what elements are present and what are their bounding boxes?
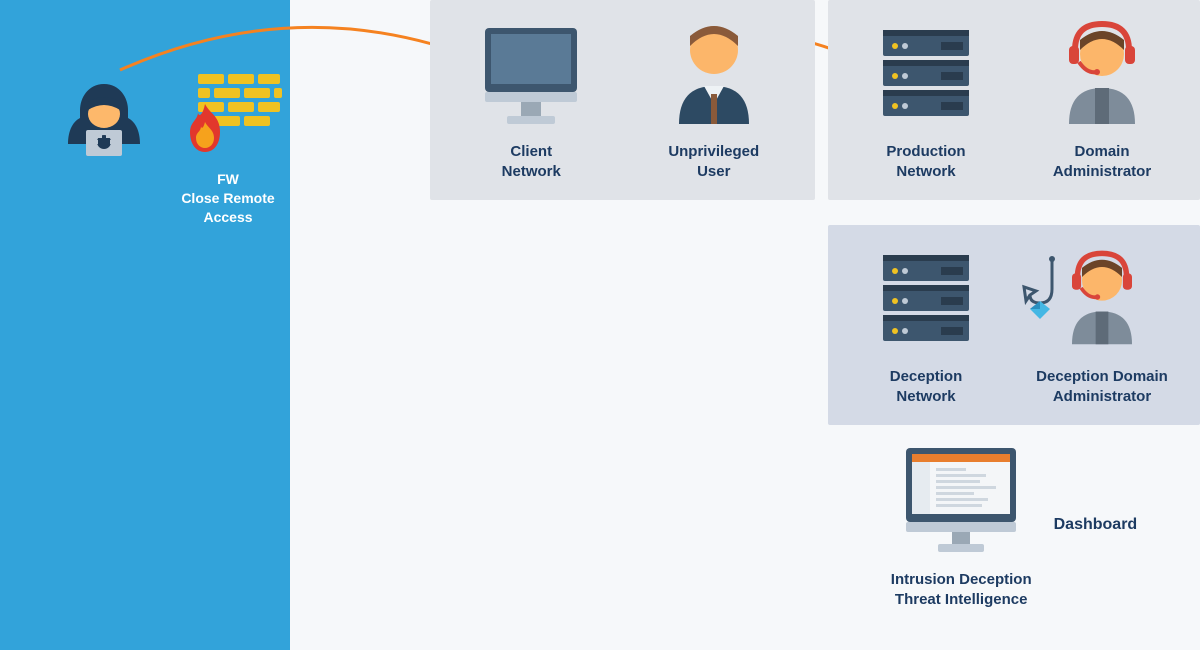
node-production-network: Production Network (838, 12, 1014, 181)
node-deception-network: Deception Network (838, 237, 1014, 406)
attacker-icon (58, 78, 150, 170)
zone-production-network: Production Network Domain Administrator (828, 0, 1200, 200)
zone-client-network: Client Network Unprivileged User (430, 0, 815, 200)
node-unprivileged-user: Unprivileged User (624, 12, 804, 181)
server-rack-icon (871, 12, 981, 132)
phishing-hook-icon (1016, 255, 1066, 325)
deception-network-label: Deception Network (890, 367, 963, 406)
node-deception-admin: Deception Domain Administrator (1014, 237, 1190, 406)
dashboard-title: Dashboard (1054, 516, 1138, 534)
zone-deception-network: Deception Network (828, 225, 1200, 425)
deception-admin-label: Deception Domain Administrator (1036, 367, 1168, 406)
node-domain-admin: Domain Administrator (1014, 12, 1190, 181)
dashboard-subtitle: Intrusion Deception Threat Intelligence (891, 570, 1032, 609)
deception-admin-icon-group (1052, 237, 1152, 357)
server-rack-icon (871, 237, 981, 357)
dashboard-area: Intrusion Deception Threat Intelligence … (828, 440, 1200, 609)
monitor-icon (471, 12, 591, 132)
user-icon (659, 12, 769, 132)
admin-headset-icon (1047, 12, 1157, 132)
firewall-label: FW Close Remote Access (158, 170, 298, 227)
dashboard-monitor-icon (896, 440, 1026, 560)
node-client-network: Client Network (441, 12, 621, 181)
production-network-label: Production Network (886, 142, 965, 181)
flame-icon (184, 102, 226, 156)
unprivileged-user-label: Unprivileged User (668, 142, 759, 181)
client-network-label: Client Network (502, 142, 561, 181)
domain-admin-label: Domain Administrator (1053, 142, 1151, 181)
